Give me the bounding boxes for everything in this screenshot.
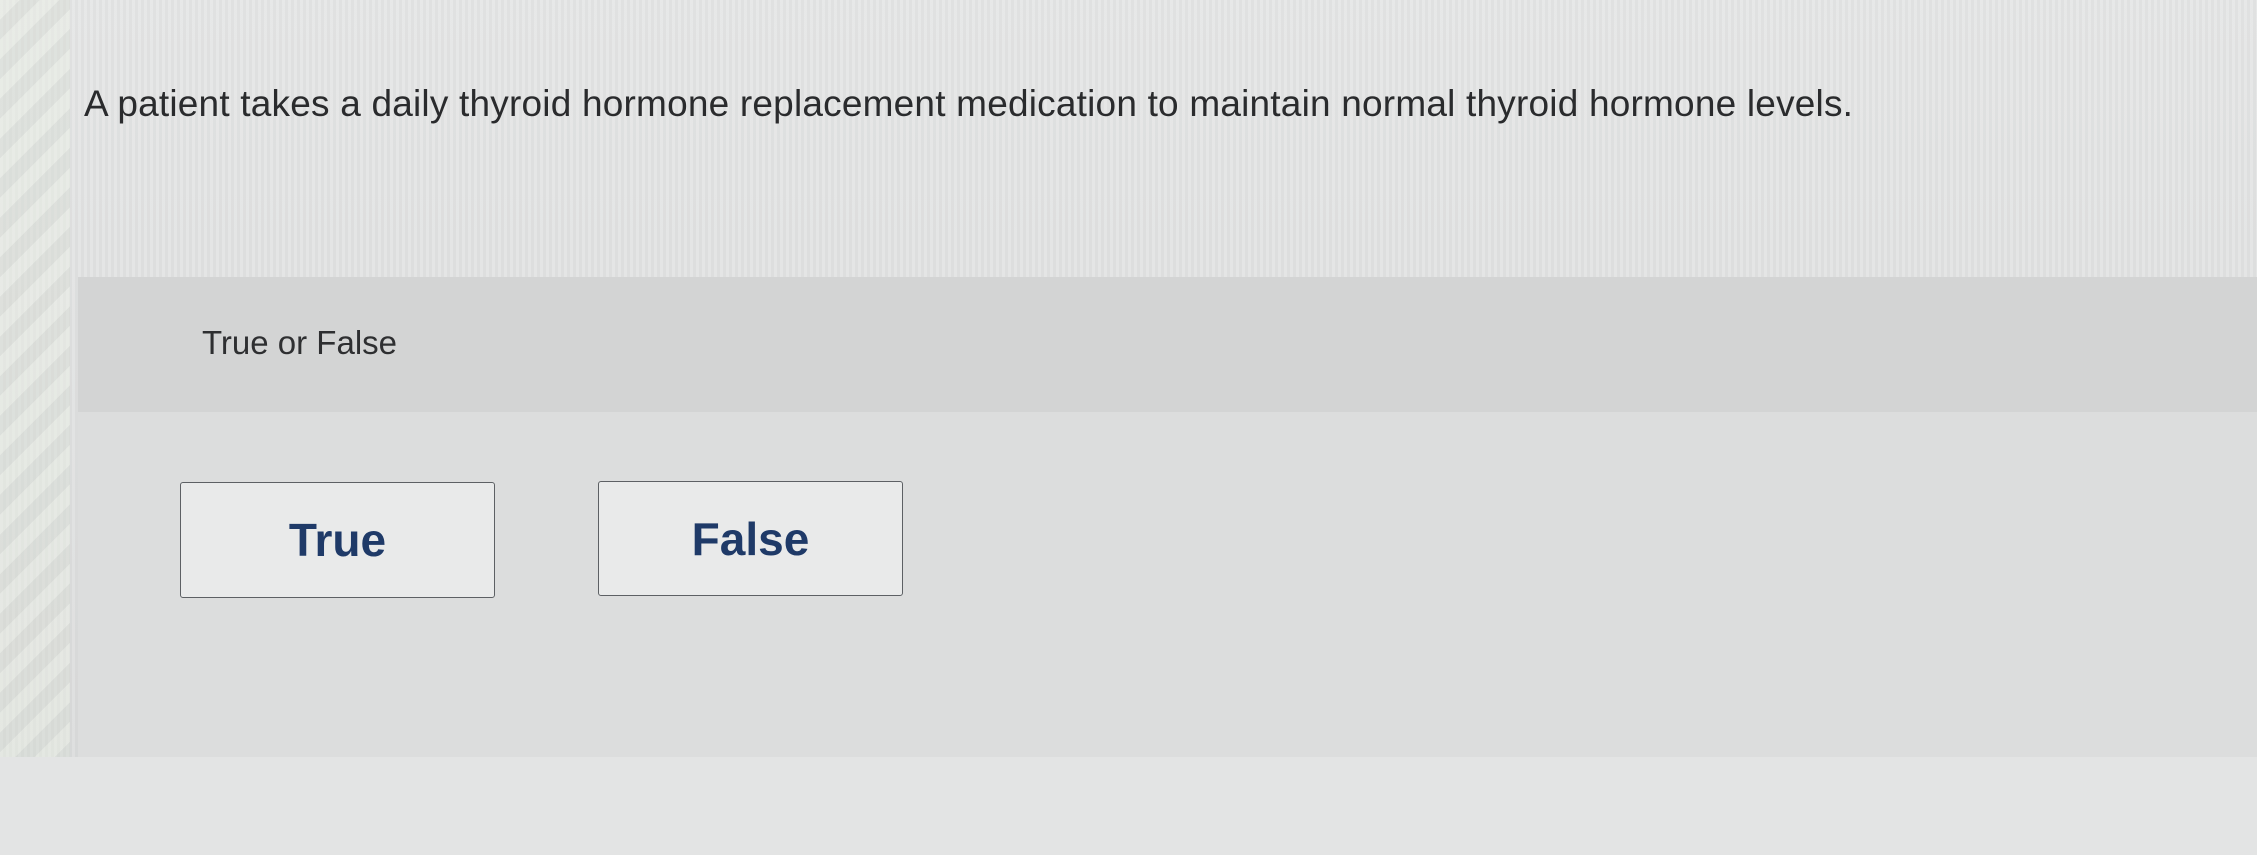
prompt-band: True or False <box>78 277 2257 412</box>
screen-glare <box>0 0 70 855</box>
footer-area <box>0 757 2257 855</box>
page-background: A patient takes a daily thyroid hormone … <box>0 0 2257 855</box>
prompt-label: True or False <box>202 324 398 361</box>
true-button[interactable]: True <box>180 482 495 598</box>
question-text: A patient takes a daily thyroid hormone … <box>84 83 1854 124</box>
false-button[interactable]: False <box>598 481 903 596</box>
